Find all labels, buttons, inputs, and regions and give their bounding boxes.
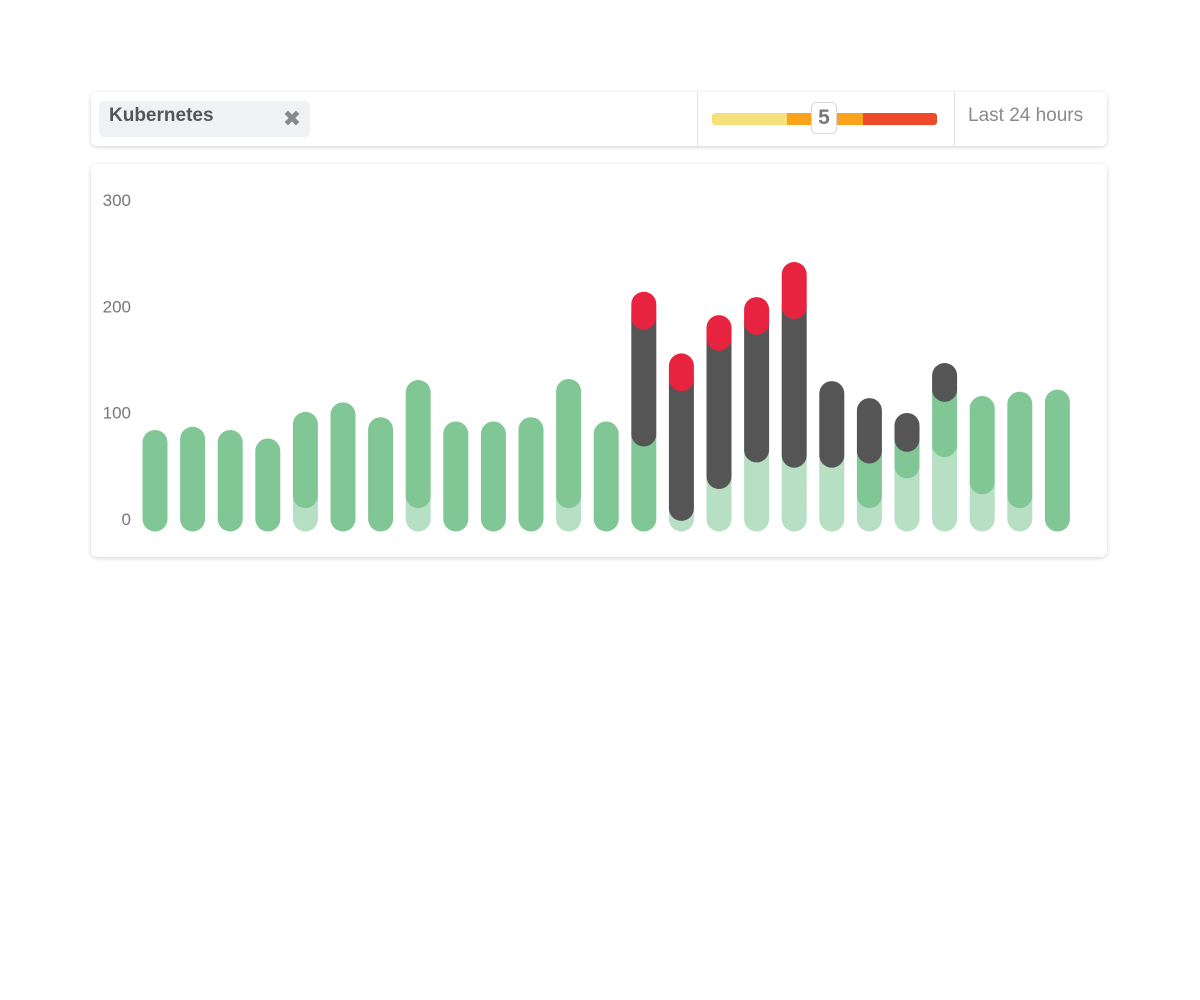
bar-segment-green[interactable] — [292, 411, 318, 509]
bar-segment-green[interactable] — [142, 429, 168, 532]
bar-segment-green[interactable] — [556, 378, 582, 509]
bar-segment-dark[interactable] — [894, 412, 920, 452]
severity-slider[interactable]: 5 — [698, 92, 955, 146]
filter-area[interactable]: Kubernetes ✖ — [91, 92, 698, 146]
close-x-icon[interactable]: ✖ — [282, 107, 302, 131]
bar-segment-green[interactable] — [480, 421, 506, 532]
bar-segment-green[interactable] — [593, 421, 619, 532]
y-tick-label: 0 — [122, 510, 131, 529]
bar-segment-red[interactable] — [744, 297, 770, 335]
bar-segment-green[interactable] — [217, 429, 243, 532]
bar-segment-green[interactable] — [405, 380, 431, 509]
severity-thumb[interactable]: 5 — [811, 102, 837, 134]
time-range-label: Last 24 hours — [968, 105, 1084, 126]
y-tick-label: 300 — [103, 191, 131, 210]
bar-segment-green[interactable] — [255, 438, 281, 532]
chart-panel: 0 100 200 300 — [91, 164, 1107, 557]
stacked-bar-chart: 0 100 200 300 — [103, 191, 1070, 532]
filter-toolbar: Kubernetes ✖ 5 Last 24 hours — [91, 92, 1107, 146]
bar-segment-green[interactable] — [180, 426, 206, 532]
severity-segment — [862, 113, 937, 125]
bar-segment-green[interactable] — [969, 395, 995, 495]
bar-segment-dark[interactable] — [932, 362, 958, 402]
bar-segment-green[interactable] — [1044, 389, 1070, 532]
bar-segment-green[interactable] — [1007, 391, 1033, 509]
bar-segment-red[interactable] — [781, 262, 807, 319]
bar-segment-dark[interactable] — [819, 381, 845, 468]
time-range-selector[interactable]: Last 24 hours — [955, 92, 1107, 146]
bar-segment-green[interactable] — [518, 417, 544, 532]
bar-segment-red[interactable] — [631, 291, 657, 330]
bar-segment-dark[interactable] — [856, 398, 882, 464]
bar-segment-green[interactable] — [368, 417, 394, 532]
filter-chip[interactable]: Kubernetes ✖ — [99, 101, 310, 137]
bar-segment-red[interactable] — [706, 315, 732, 351]
severity-segment — [712, 113, 788, 125]
y-tick-label: 100 — [103, 404, 131, 423]
bar-segment-red[interactable] — [668, 353, 694, 392]
bar-segment-green[interactable] — [443, 421, 469, 532]
bar-segment-dark[interactable] — [781, 293, 807, 468]
y-tick-label: 200 — [103, 297, 131, 316]
bar-segment-green[interactable] — [330, 402, 356, 532]
filter-chip-label: Kubernetes — [109, 105, 214, 126]
